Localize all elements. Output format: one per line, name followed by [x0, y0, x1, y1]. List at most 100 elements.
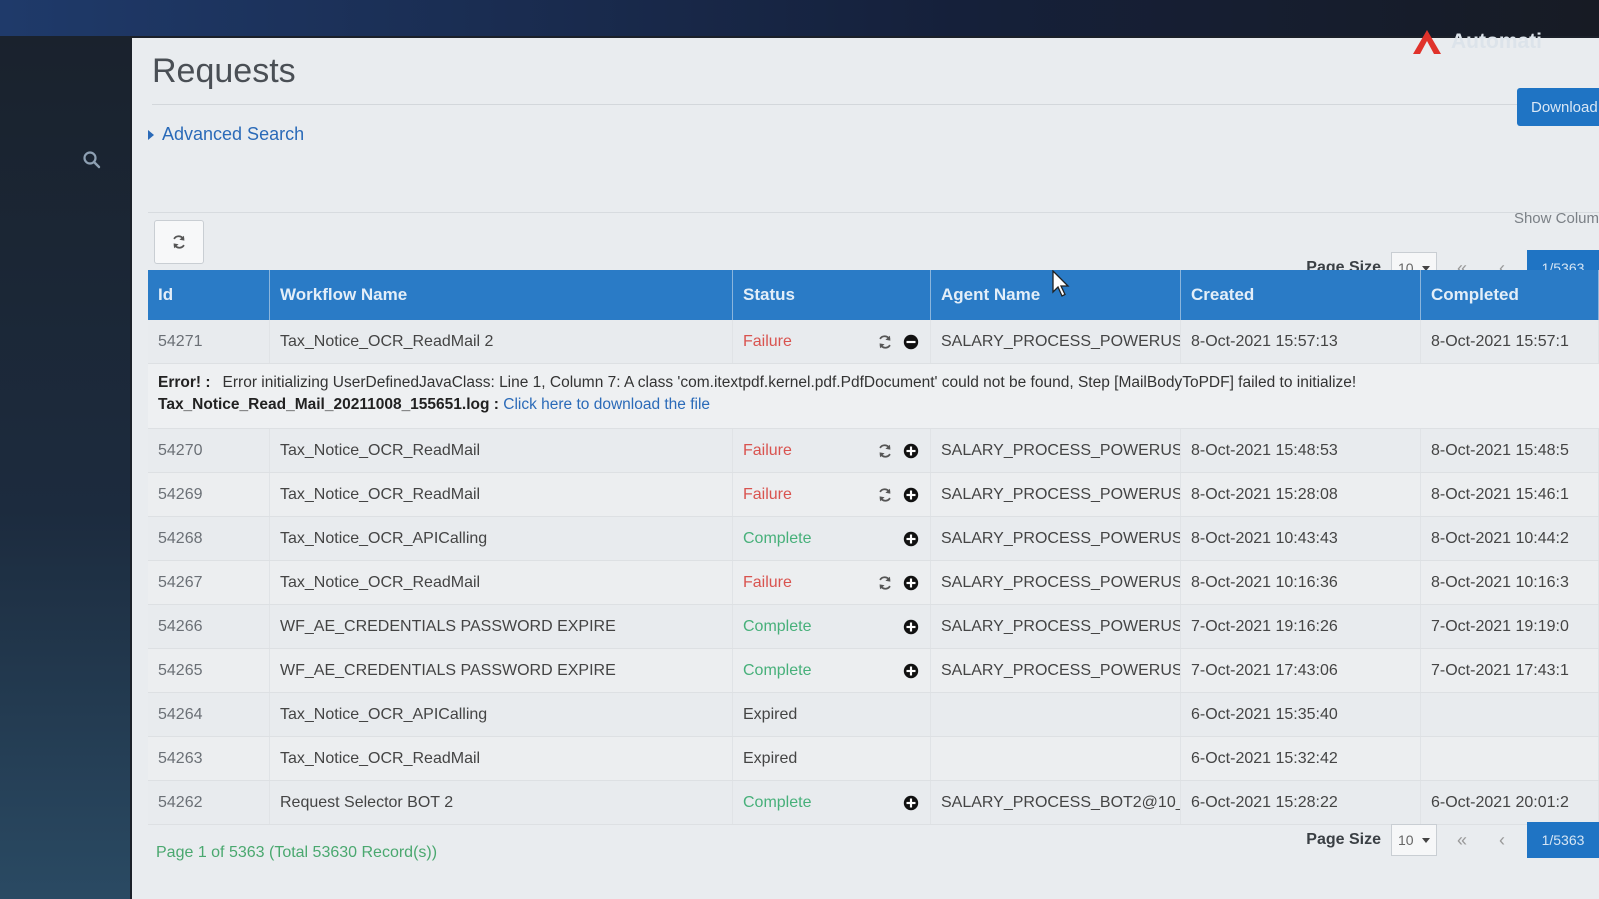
- title-divider: [152, 104, 1599, 105]
- expand-plus-icon[interactable]: [902, 486, 920, 504]
- prev-page-button-bottom[interactable]: ‹: [1487, 824, 1517, 856]
- row-actions: [902, 530, 920, 548]
- cell-id: 54269: [148, 473, 270, 516]
- cell-completed: 8-Oct-2021 10:16:3: [1421, 561, 1599, 604]
- cell-workflow-name: Tax_Notice_OCR_ReadMail: [270, 737, 733, 780]
- brand-logo: Automati: [1409, 20, 1599, 64]
- cell-workflow-name: Tax_Notice_OCR_ReadMail: [270, 473, 733, 516]
- column-header-workflow[interactable]: Workflow Name: [270, 270, 733, 320]
- table-row[interactable]: 54264 Tax_Notice_OCR_APICalling Expired 6-O…: [148, 693, 1599, 737]
- page-size-label-bottom: Page Size: [1306, 831, 1381, 848]
- cell-agent-name: SALARY_PROCESS_POWERUSE...: [931, 605, 1181, 648]
- expand-plus-icon[interactable]: [902, 442, 920, 460]
- show-columns-link[interactable]: Show Colum: [1514, 210, 1599, 227]
- table-row[interactable]: 54262 Request Selector BOT 2 Complete SALAR…: [148, 781, 1599, 825]
- top-bar: [0, 0, 1599, 36]
- error-detail-panel: Error! : Error initializing UserDefinedJa…: [148, 364, 1599, 429]
- expand-plus-icon[interactable]: [902, 662, 920, 680]
- chevron-down-icon: [1422, 837, 1430, 843]
- cell-id: 54267: [148, 561, 270, 604]
- cell-created: 6-Oct-2021 15:35:40: [1181, 693, 1421, 736]
- table-row[interactable]: 54267 Tax_Notice_OCR_ReadMail Failure SALAR…: [148, 561, 1599, 605]
- status-text: Expired: [743, 749, 798, 767]
- cell-agent-name: [931, 693, 1181, 736]
- table-row[interactable]: 54265 WF_AE_CREDENTIALS PASSWORD EXPIRE Co…: [148, 649, 1599, 693]
- cell-workflow-name: Tax_Notice_OCR_APICalling: [270, 693, 733, 736]
- table-row[interactable]: 54269 Tax_Notice_OCR_ReadMail Failure SALAR…: [148, 473, 1599, 517]
- table-header: Id Workflow Name Status Agent Name Creat…: [148, 270, 1599, 320]
- cell-id: 54268: [148, 517, 270, 560]
- table-body: 54271 Tax_Notice_OCR_ReadMail 2 Failure SAL…: [148, 320, 1599, 825]
- cell-id: 54265: [148, 649, 270, 692]
- status-text: Expired: [743, 705, 798, 723]
- expand-plus-icon[interactable]: [902, 530, 920, 548]
- caret-right-icon: [148, 129, 154, 140]
- page-size-value-bottom: 10: [1398, 832, 1414, 848]
- cell-id: 54266: [148, 605, 270, 648]
- table-row[interactable]: 54263 Tax_Notice_OCR_ReadMail Expired 6-Oct…: [148, 737, 1599, 781]
- pager-bottom: Page Size 10 « ‹ 1/5363: [1306, 822, 1599, 858]
- expand-plus-icon[interactable]: [902, 618, 920, 636]
- cell-status: Failure: [733, 473, 931, 516]
- refresh-icon: [173, 235, 185, 249]
- cell-agent-name: SALARY_PROCESS_POWERUSE...: [931, 561, 1181, 604]
- cell-status: Failure: [733, 429, 931, 472]
- row-actions: [876, 333, 920, 351]
- collapse-minus-icon[interactable]: [902, 333, 920, 351]
- cell-completed: [1421, 693, 1599, 736]
- current-page-indicator-bottom[interactable]: 1/5363: [1527, 822, 1599, 858]
- cell-agent-name: SALARY_PROCESS_POWERUSE...: [931, 320, 1181, 363]
- status-text: Failure: [743, 485, 792, 503]
- page-title: Requests: [152, 52, 296, 90]
- retry-icon[interactable]: [876, 442, 894, 460]
- first-page-button-bottom[interactable]: «: [1447, 824, 1477, 856]
- cell-completed: 8-Oct-2021 15:48:5: [1421, 429, 1599, 472]
- refresh-button[interactable]: [154, 220, 204, 264]
- cell-created: 8-Oct-2021 10:43:43: [1181, 517, 1421, 560]
- cell-workflow-name: WF_AE_CREDENTIALS PASSWORD EXPIRE: [270, 649, 733, 692]
- cell-status: Complete: [733, 781, 931, 824]
- table-row[interactable]: 54268 Tax_Notice_OCR_APICalling Complete SA…: [148, 517, 1599, 561]
- cell-agent-name: SALARY_PROCESS_POWERUSE...: [931, 649, 1181, 692]
- cell-completed: 8-Oct-2021 15:46:1: [1421, 473, 1599, 516]
- cell-completed: 6-Oct-2021 20:01:2: [1421, 781, 1599, 824]
- retry-icon[interactable]: [876, 574, 894, 592]
- download-log-link[interactable]: Click here to download the file: [503, 396, 710, 413]
- advanced-search-label: Advanced Search: [162, 124, 305, 144]
- search-icon[interactable]: [82, 150, 102, 170]
- column-header-status[interactable]: Status: [733, 270, 931, 320]
- cell-status: Complete: [733, 649, 931, 692]
- cell-status: Complete: [733, 517, 931, 560]
- column-header-created[interactable]: Created: [1181, 270, 1421, 320]
- error-label: Error! :: [158, 374, 211, 391]
- log-file-name: Tax_Notice_Read_Mail_20211008_155651.log…: [158, 396, 499, 413]
- page-size-select-bottom[interactable]: 10: [1391, 824, 1437, 856]
- retry-icon[interactable]: [876, 486, 894, 504]
- cell-status: Complete: [733, 605, 931, 648]
- cell-created: 7-Oct-2021 17:43:06: [1181, 649, 1421, 692]
- cell-agent-name: SALARY_PROCESS_POWERUSE...: [931, 473, 1181, 516]
- row-actions: [876, 442, 920, 460]
- expand-plus-icon[interactable]: [902, 574, 920, 592]
- table-row[interactable]: 54266 WF_AE_CREDENTIALS PASSWORD EXPIRE Co…: [148, 605, 1599, 649]
- table-row[interactable]: 54271 Tax_Notice_OCR_ReadMail 2 Failure SAL…: [148, 320, 1599, 364]
- cell-id: 54262: [148, 781, 270, 824]
- retry-icon[interactable]: [876, 333, 894, 351]
- status-text: Failure: [743, 441, 792, 459]
- error-message: Error initializing UserDefinedJavaClass:…: [222, 374, 1357, 391]
- status-text: Failure: [743, 332, 792, 350]
- advanced-search-toggle[interactable]: Advanced Search: [148, 124, 304, 145]
- table-row[interactable]: 54270 Tax_Notice_OCR_ReadMail Failure SALAR…: [148, 429, 1599, 473]
- cell-created: 8-Oct-2021 10:16:36: [1181, 561, 1421, 604]
- column-header-completed[interactable]: Completed: [1421, 270, 1599, 320]
- mouse-cursor-icon: [1052, 270, 1070, 297]
- cell-agent-name: SALARY_PROCESS_POWERUSE...: [931, 429, 1181, 472]
- cell-id: 54264: [148, 693, 270, 736]
- expand-plus-icon[interactable]: [902, 794, 920, 812]
- row-actions: [902, 662, 920, 680]
- status-text: Complete: [743, 793, 812, 811]
- cell-workflow-name: Request Selector BOT 2: [270, 781, 733, 824]
- sidebar: [0, 36, 130, 899]
- column-header-id[interactable]: Id: [148, 270, 270, 320]
- download-button[interactable]: Download: [1517, 88, 1599, 126]
